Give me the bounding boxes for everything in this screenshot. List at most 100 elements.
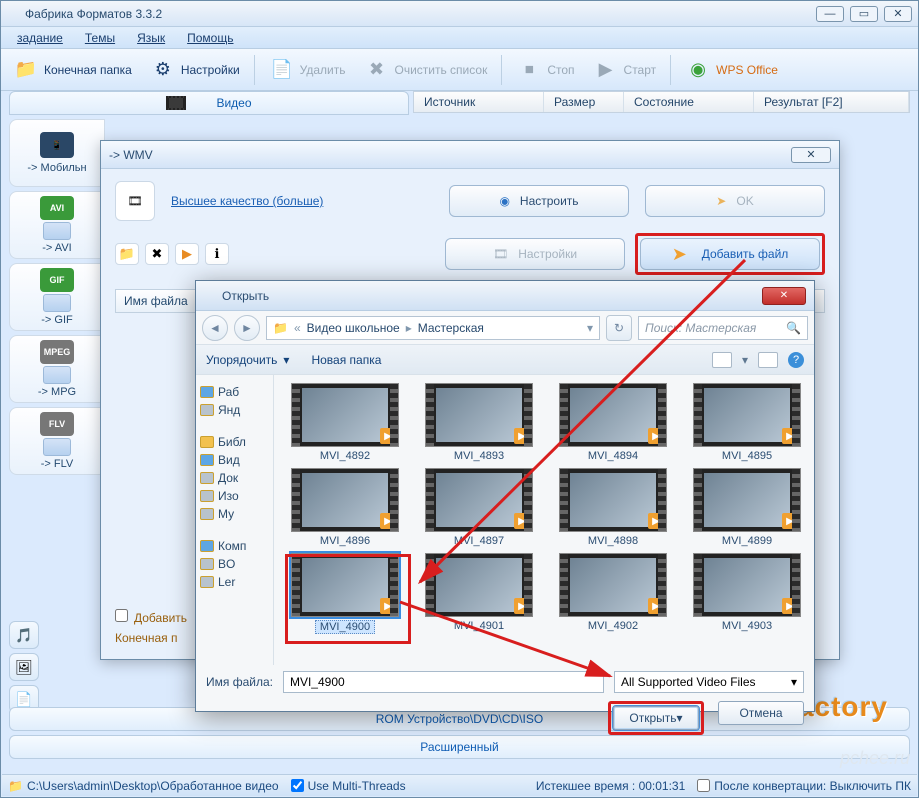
file-thumb[interactable]: ▶MVI_4901: [416, 553, 542, 634]
file-thumb[interactable]: ▶MVI_4902: [550, 553, 676, 634]
wps-button[interactable]: ◉WPS Office: [677, 53, 786, 87]
file-thumb[interactable]: ▶ MVI_4896: [282, 468, 408, 547]
wps-icon: ◉: [685, 57, 711, 83]
tab-picture[interactable]: 🖼: [9, 653, 39, 681]
configure-button[interactable]: ◉Настроить: [449, 185, 629, 217]
open-button[interactable]: Открыть ▾: [613, 706, 699, 730]
threads-checkbox[interactable]: [291, 779, 304, 792]
thumb-label: MVI_4897: [454, 535, 504, 547]
format-mpg[interactable]: MPEG-> MPG: [9, 335, 105, 403]
cancel-button[interactable]: Отмена: [718, 701, 804, 725]
mini-folder-icon[interactable]: 📁: [115, 243, 139, 265]
back-button[interactable]: ◄: [202, 315, 228, 341]
thumb-label: MVI_4893: [454, 450, 504, 462]
file-thumb[interactable]: ▶MVI_4893: [416, 383, 542, 462]
open-close-button[interactable]: ✕: [762, 287, 806, 305]
clear-button[interactable]: ✖Очистить список: [355, 53, 495, 87]
open-dialog: Открыть ✕ ◄ ► 📁 « Видео школьное ▸ Масте…: [195, 280, 815, 712]
breadcrumb[interactable]: 📁 « Видео школьное ▸ Мастерская ▾: [266, 316, 600, 340]
col-result[interactable]: Результат [F2]: [754, 92, 909, 112]
thumb-label: MVI_4896: [320, 535, 370, 547]
file-thumb[interactable]: ▶MVI_4903: [684, 553, 810, 634]
organize-menu[interactable]: Упорядочить: [206, 353, 277, 367]
file-thumb[interactable]: ▶MVI_4900: [282, 553, 408, 634]
search-input[interactable]: Поиск: Мастерская🔍: [638, 316, 808, 340]
mini-info-icon[interactable]: ℹ: [205, 243, 229, 265]
filename-input[interactable]: [283, 671, 604, 693]
refresh-button[interactable]: ↻: [606, 315, 632, 341]
stop-button[interactable]: ⏹Стоп: [508, 53, 582, 87]
open-toolbar: Упорядочить▾ Новая папка ▾ ?: [196, 345, 814, 375]
col-source[interactable]: Источник: [414, 92, 544, 112]
settings2-button[interactable]: 🎞Настройки: [445, 238, 625, 270]
wmv-bottom-options: Добавить Конечная п: [115, 609, 187, 645]
watermark: pchee.ru: [840, 748, 910, 769]
status-path: 📁 C:\Users\admin\Desktop\Обработанное ви…: [8, 779, 279, 793]
col-size[interactable]: Размер: [544, 92, 624, 112]
file-thumb[interactable]: ▶MVI_4894: [550, 383, 676, 462]
mini-remove-icon[interactable]: ✖: [145, 243, 169, 265]
play-overlay-icon: ▶: [648, 428, 664, 444]
menu-help[interactable]: Помощь: [177, 28, 243, 48]
preview-icon[interactable]: [758, 352, 778, 368]
file-thumb[interactable]: ▶MVI_4895: [684, 383, 810, 462]
tab-audio[interactable]: 🎵: [9, 621, 39, 649]
filmstrip-icon: [166, 96, 186, 110]
start-button[interactable]: ▶Старт: [585, 53, 665, 87]
view-icon[interactable]: [712, 352, 732, 368]
wmv-title-text: -> WMV: [109, 148, 791, 162]
file-thumb[interactable]: ▶MVI_4898: [550, 468, 676, 547]
thumb-label: MVI_4899: [722, 535, 772, 547]
thumb-label: MVI_4898: [588, 535, 638, 547]
file-thumb[interactable]: ▶ MVI_4899: [684, 468, 810, 547]
format-flv[interactable]: FLV-> FLV: [9, 407, 105, 475]
file-grid[interactable]: ▶MVI_4892▶MVI_4893▶MVI_4894▶MVI_4895▶MVI…: [274, 375, 814, 665]
help-icon[interactable]: ?: [788, 352, 804, 368]
statusbar: 📁 C:\Users\admin\Desktop\Обработанное ви…: [2, 774, 917, 796]
open-title-text: Открыть: [204, 289, 762, 303]
format-sidebar: 📱-> Мобильн AVI-> AVI GIF-> GIF MPEG-> M…: [9, 119, 105, 479]
play-overlay-icon: ▶: [782, 513, 798, 529]
format-gif[interactable]: GIF-> GIF: [9, 263, 105, 331]
menu-language[interactable]: Язык: [127, 28, 175, 48]
delete-button[interactable]: 📄Удалить: [261, 53, 354, 87]
quality-link[interactable]: Высшее качество (больше): [171, 194, 433, 208]
thumb-label: MVI_4903: [722, 620, 772, 632]
wmv-icon: 🎞: [115, 181, 155, 221]
open-button-highlight: Открыть ▾: [608, 701, 704, 735]
status-threads[interactable]: Use Multi-Threads: [291, 779, 406, 793]
wmv-close-button[interactable]: ✕: [791, 147, 831, 163]
play-overlay-icon: ▶: [648, 598, 664, 614]
addopt-checkbox[interactable]: [115, 609, 128, 622]
status-after[interactable]: После конвертации: Выключить ПК: [697, 779, 911, 793]
titlebar: Фабрика Форматов 3.3.2 — ▭ ✕: [1, 1, 918, 27]
file-thumb[interactable]: ▶MVI_4892: [282, 383, 408, 462]
folder-tree[interactable]: Раб Янд Библ Вид Док Изо Му Комп BO Ler: [196, 375, 274, 665]
play-icon: ▶: [593, 57, 619, 83]
thumb-label: MVI_4892: [320, 450, 370, 462]
thumb-label: MVI_4901: [454, 620, 504, 632]
minimize-button[interactable]: —: [816, 6, 844, 22]
format-mobile[interactable]: 📱-> Мобильн: [9, 119, 105, 187]
forward-button[interactable]: ►: [234, 315, 260, 341]
file-thumb[interactable]: ▶MVI_4897: [416, 468, 542, 547]
format-avi[interactable]: AVI-> AVI: [9, 191, 105, 259]
add-file-button[interactable]: Добавить файл: [640, 238, 820, 270]
file-filter[interactable]: All Supported Video Files▾: [614, 671, 804, 693]
settings-button[interactable]: ⚙Настройки: [142, 53, 248, 87]
tab-video[interactable]: Видео: [9, 91, 409, 115]
ok-button[interactable]: ➤OK: [645, 185, 825, 217]
after-checkbox[interactable]: [697, 779, 710, 792]
col-state[interactable]: Состояние: [624, 92, 754, 112]
menubar: задание Темы Язык Помощь: [1, 27, 918, 49]
menu-themes[interactable]: Темы: [75, 28, 125, 48]
column-headers: Источник Размер Состояние Результат [F2]: [413, 91, 910, 113]
newfolder-button[interactable]: Новая папка: [311, 353, 381, 367]
close-button[interactable]: ✕: [884, 6, 912, 22]
maximize-button[interactable]: ▭: [850, 6, 878, 22]
output-folder-button[interactable]: 📁Конечная папка: [5, 53, 140, 87]
mini-play-icon[interactable]: ▶: [175, 243, 199, 265]
menu-task[interactable]: задание: [7, 28, 73, 48]
play-overlay-icon: ▶: [380, 513, 396, 529]
stop-icon: ⏹: [516, 57, 542, 83]
